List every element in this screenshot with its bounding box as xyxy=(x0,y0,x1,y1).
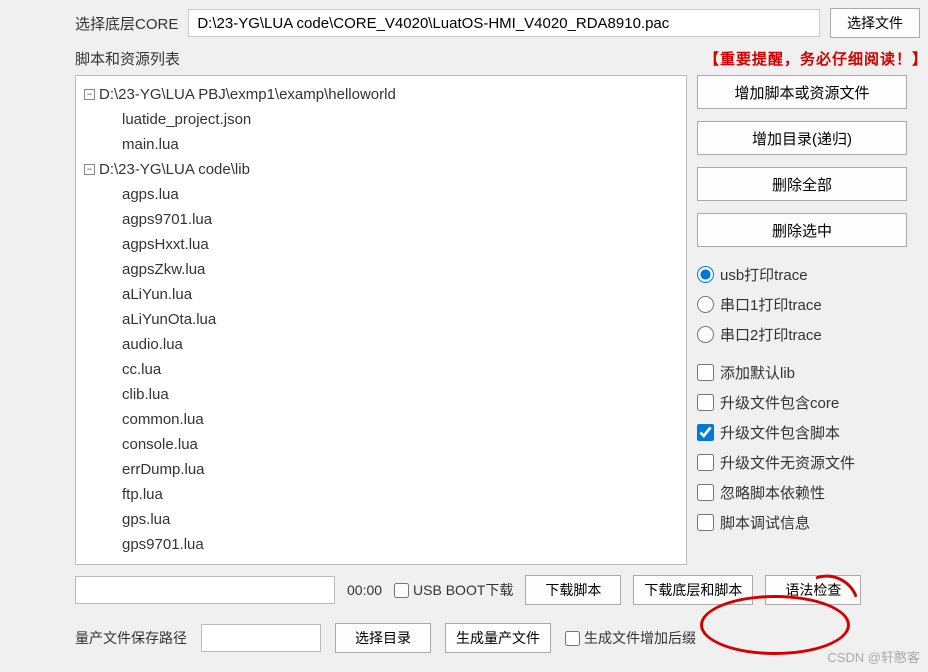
tree-folder-label: D:\23-YG\LUA code\lib xyxy=(99,161,250,178)
select-dir-button[interactable]: 选择目录 xyxy=(335,623,431,653)
script-list-label: 脚本和资源列表 xyxy=(75,48,180,69)
checkbox-label: 忽略脚本依赖性 xyxy=(720,482,825,503)
suffix-label: 生成文件增加后缀 xyxy=(584,628,696,648)
choose-file-button[interactable]: 选择文件 xyxy=(830,8,920,38)
add-dir-button[interactable]: 增加目录(递归) xyxy=(697,121,907,155)
no-resource-option[interactable]: 升级文件无资源文件 xyxy=(697,451,917,473)
ignore-dep-option[interactable]: 忽略脚本依赖性 xyxy=(697,481,917,503)
warning-label: 【重要提醒，务必仔细阅读！】 xyxy=(704,48,928,69)
radio-label: 串口2打印trace xyxy=(720,324,822,345)
radio-label: usb打印trace xyxy=(720,264,808,285)
add-script-button[interactable]: 增加脚本或资源文件 xyxy=(697,75,907,109)
tree-file[interactable]: errDump.lua xyxy=(84,457,678,482)
ignore-dep-checkbox[interactable] xyxy=(697,484,714,501)
usb-boot-option[interactable]: USB BOOT下载 xyxy=(394,580,513,600)
core-path-input[interactable] xyxy=(188,9,820,37)
progress-bar xyxy=(75,576,335,604)
tree-file[interactable]: clib.lua xyxy=(84,382,678,407)
checkbox-label: 脚本调试信息 xyxy=(720,512,810,533)
trace-radio-option[interactable]: usb打印trace xyxy=(697,263,917,285)
tree-file[interactable]: gps9701.lua xyxy=(84,532,678,557)
tree-file[interactable]: agps.lua xyxy=(84,182,678,207)
syntax-check-button[interactable]: 语法检查 xyxy=(765,575,861,605)
delete-all-button[interactable]: 删除全部 xyxy=(697,167,907,201)
add-default-lib-checkbox[interactable] xyxy=(697,364,714,381)
trace-radio-option[interactable]: 串口2打印trace xyxy=(697,323,917,345)
download-core-script-button[interactable]: 下载底层和脚本 xyxy=(633,575,753,605)
checkbox-label: 添加默认lib xyxy=(720,362,795,383)
usb-boot-checkbox[interactable] xyxy=(394,583,409,598)
output-path-label: 量产文件保存路径 xyxy=(75,628,187,648)
tree-file[interactable]: main.lua xyxy=(84,132,678,157)
collapse-icon[interactable] xyxy=(84,89,95,100)
debug-info-option[interactable]: 脚本调试信息 xyxy=(697,511,917,533)
tree-file[interactable]: audio.lua xyxy=(84,332,678,357)
tree-file[interactable]: luatide_project.json xyxy=(84,107,678,132)
tree-file[interactable]: agpsHxxt.lua xyxy=(84,232,678,257)
checkbox-label: 升级文件无资源文件 xyxy=(720,452,855,473)
include-core-checkbox[interactable] xyxy=(697,394,714,411)
file-tree[interactable]: D:\23-YG\LUA PBJ\exmp1\examp\helloworld … xyxy=(75,75,687,565)
tree-file[interactable]: cc.lua xyxy=(84,357,678,382)
output-path-input[interactable] xyxy=(201,624,321,652)
include-script-checkbox[interactable] xyxy=(697,424,714,441)
tree-file[interactable]: gps.lua xyxy=(84,507,678,532)
time-label: 00:00 xyxy=(347,582,382,598)
radio-input[interactable] xyxy=(697,326,714,343)
tree-file[interactable]: common.lua xyxy=(84,407,678,432)
tree-folder-label: D:\23-YG\LUA PBJ\exmp1\examp\helloworld xyxy=(99,86,396,103)
debug-info-checkbox[interactable] xyxy=(697,514,714,531)
usb-boot-label: USB BOOT下载 xyxy=(413,580,513,600)
tree-file[interactable]: ftp.lua xyxy=(84,482,678,507)
collapse-icon[interactable] xyxy=(84,164,95,175)
core-label: 选择底层CORE xyxy=(75,13,178,34)
radio-input[interactable] xyxy=(697,266,714,283)
include-core-option[interactable]: 升级文件包含core xyxy=(697,391,917,413)
trace-radio-option[interactable]: 串口1打印trace xyxy=(697,293,917,315)
include-script-option[interactable]: 升级文件包含脚本 xyxy=(697,421,917,443)
tree-folder[interactable]: D:\23-YG\LUA code\lib xyxy=(84,157,678,182)
tree-file[interactable]: aLiYun.lua xyxy=(84,282,678,307)
tree-folder[interactable]: D:\23-YG\LUA PBJ\exmp1\examp\helloworld xyxy=(84,82,678,107)
tree-file[interactable]: aLiYunOta.lua xyxy=(84,307,678,332)
radio-input[interactable] xyxy=(697,296,714,313)
suffix-checkbox[interactable] xyxy=(565,631,580,646)
tree-file[interactable]: agps9701.lua xyxy=(84,207,678,232)
tree-file[interactable]: agpsZkw.lua xyxy=(84,257,678,282)
watermark: CSDN @轩憨客 xyxy=(827,647,920,666)
add-default-lib-option[interactable]: 添加默认lib xyxy=(697,361,917,383)
delete-selected-button[interactable]: 删除选中 xyxy=(697,213,907,247)
download-script-button[interactable]: 下载脚本 xyxy=(525,575,621,605)
radio-label: 串口1打印trace xyxy=(720,294,822,315)
tree-file[interactable]: console.lua xyxy=(84,432,678,457)
checkbox-label: 升级文件包含core xyxy=(720,392,839,413)
generate-button[interactable]: 生成量产文件 xyxy=(445,623,551,653)
suffix-option[interactable]: 生成文件增加后缀 xyxy=(565,628,696,648)
no-resource-checkbox[interactable] xyxy=(697,454,714,471)
checkbox-label: 升级文件包含脚本 xyxy=(720,422,840,443)
